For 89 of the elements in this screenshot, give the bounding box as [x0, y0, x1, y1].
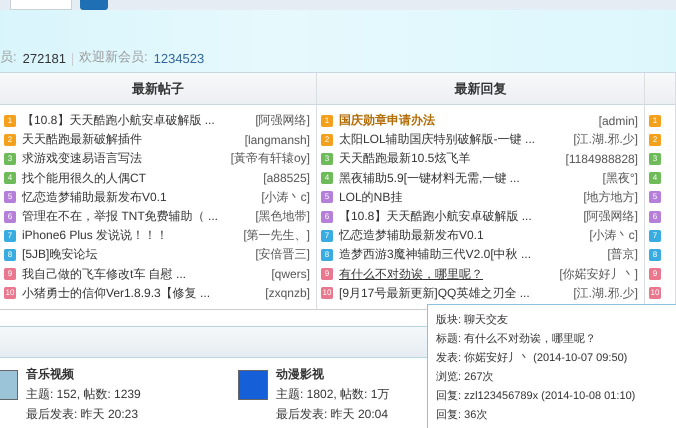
- rank-badge: 4: [4, 172, 16, 184]
- rank-badge: 2: [321, 134, 333, 146]
- forum-last-post: 最后发表: 昨天 20:04: [276, 406, 390, 423]
- rank-badge: 9: [4, 268, 16, 280]
- rank-badge: 1: [649, 114, 661, 127]
- new-member-link[interactable]: 1234523: [154, 51, 204, 66]
- post-author[interactable]: [admin]: [598, 114, 638, 128]
- rank-badge: 5: [4, 191, 16, 204]
- rank-badge: 10: [649, 287, 661, 300]
- tooltip-line: 浏览: 267次: [436, 370, 494, 385]
- rank-badge: 5: [321, 191, 333, 204]
- post-author[interactable]: [a88525]: [263, 171, 310, 186]
- post-title-link[interactable]: 我自己做的飞车修改t车 自慰 ...: [22, 266, 266, 283]
- rank-badge: 8: [649, 248, 661, 261]
- post-title-link[interactable]: iPhone6 Plus 发说说！！！: [22, 227, 238, 244]
- post-title-link[interactable]: 天天酷跑最新10.5炫飞羊: [339, 150, 560, 168]
- post-title-link[interactable]: 求游戏变速易语言写法: [22, 150, 225, 168]
- post-title-link[interactable]: [9月17号最新更新]QQ英雄之刃全 ...: [339, 284, 568, 302]
- forum-stats: 主题: 152, 帖数: 1239: [26, 386, 141, 403]
- rank-badge: 2: [649, 134, 661, 146]
- post-title-link[interactable]: 【10.8】天天酷跑小航安卓破解版 ...: [22, 112, 250, 130]
- post-author[interactable]: [小涛丶c]: [261, 188, 310, 206]
- rank-badge: 1: [4, 114, 16, 127]
- post-author[interactable]: [普京]: [607, 246, 638, 264]
- post-author[interactable]: [阿强网络]: [583, 208, 638, 226]
- column-header: 最新帖子: [0, 73, 316, 105]
- post-author[interactable]: [第一先生、]: [243, 227, 310, 244]
- post-title-link[interactable]: 管理在不在，举报 TNT免费辅助（ ...: [22, 208, 250, 226]
- post-title-link[interactable]: 小猪勇士的信仰Ver1.8.9.3【修复 ...: [22, 284, 260, 302]
- rank-badge: 3: [321, 152, 333, 165]
- forum-stats: 主题: 1802, 帖数: 1万: [276, 386, 390, 403]
- post-title-link[interactable]: [5JB]晚安论坛: [22, 246, 250, 264]
- post-author[interactable]: [阿强网络]: [255, 112, 310, 130]
- rank-badge: 3: [4, 152, 16, 165]
- post-author[interactable]: [黑色地带]: [255, 208, 310, 226]
- rank-badge: 5: [649, 191, 661, 204]
- search-button[interactable]: [80, 0, 108, 10]
- rank-badge: 6: [321, 210, 333, 223]
- rank-badge: 7: [649, 230, 661, 242]
- post-author[interactable]: [安倍晋三]: [255, 246, 310, 264]
- post-author[interactable]: [黑夜°]: [602, 170, 638, 187]
- members-count: 272181: [22, 51, 66, 66]
- post-title-link[interactable]: 国庆勋章申请办法: [339, 112, 593, 130]
- rank-badge: 7: [4, 230, 16, 242]
- forum-name[interactable]: 音乐视频: [26, 366, 141, 383]
- post-author[interactable]: [黃帝有轩辕oy]: [230, 150, 310, 168]
- new-member-label: 欢迎新会员:: [79, 48, 148, 66]
- forum-name[interactable]: 动漫影视: [276, 366, 390, 383]
- post-title-link[interactable]: 【10.8】天天酷跑小航安卓破解版 ...: [339, 208, 578, 226]
- post-title-link[interactable]: 黑夜辅助5.9[一键材料无需,一键 ...: [339, 170, 597, 187]
- tooltip-line: 回复: 36次: [436, 408, 488, 423]
- rank-badge: 9: [649, 268, 661, 280]
- rank-badge: 4: [649, 172, 661, 184]
- post-author[interactable]: [qwers]: [271, 267, 310, 282]
- post-title-link[interactable]: 找个能用很久的人偶CT: [22, 170, 258, 187]
- post-author[interactable]: [小涛丶c]: [589, 227, 638, 244]
- forum-last-post: 最后发表: 昨天 20:23: [26, 406, 140, 423]
- post-author[interactable]: [你婼安好丿丶]: [559, 266, 638, 283]
- post-author[interactable]: [zxqnzb]: [265, 286, 310, 300]
- post-title-link[interactable]: 天天酷跑最新破解插件: [22, 131, 239, 148]
- rank-badge: 8: [321, 248, 333, 261]
- rank-badge: 9: [321, 268, 333, 280]
- members-label: 员:: [0, 48, 17, 66]
- post-author[interactable]: [langmansh]: [244, 132, 310, 147]
- rank-badge: 10: [4, 287, 16, 300]
- rank-badge: 6: [4, 210, 16, 223]
- rank-badge: 1: [321, 114, 333, 127]
- tooltip-line: 回复: zzl123456789x (2014-10-08 01:10): [436, 389, 636, 404]
- post-title-link[interactable]: 有什么不对劲诶，哪里呢？: [339, 266, 554, 283]
- tooltip-line: 版块: 聊天交友: [436, 312, 510, 328]
- rank-badge: 10: [321, 287, 333, 300]
- rank-badge: 3: [649, 152, 661, 165]
- post-author[interactable]: [江.湖.邪.少]: [573, 131, 638, 148]
- post-author[interactable]: [1184988828]: [565, 152, 638, 166]
- post-title-link[interactable]: 造梦西游3魔神辅助三代V2.0[中秋 ...: [339, 246, 602, 264]
- tooltip-line: 发表: 你婼安好丿丶 (2014-10-07 09:50): [436, 350, 628, 366]
- post-title-link[interactable]: 忆恋造梦辅助最新发布V0.1: [339, 227, 584, 244]
- rank-badge: 4: [321, 172, 333, 184]
- post-author[interactable]: [江.湖.邪.少]: [573, 284, 638, 302]
- rank-badge: 7: [321, 230, 333, 242]
- tooltip-line: 标题: 有什么不对劲诶，哪里呢？: [436, 332, 598, 347]
- post-title-link[interactable]: 忆恋造梦辅助最新发布V0.1: [22, 188, 256, 206]
- post-title-link[interactable]: LOL的NB挂: [339, 188, 578, 206]
- post-author[interactable]: [地方地方]: [583, 188, 638, 206]
- rank-badge: 2: [4, 134, 16, 146]
- rank-badge: 6: [649, 210, 661, 223]
- post-title-link[interactable]: 太阳LOL辅助国庆特别破解版-一键 ...: [339, 131, 568, 148]
- column-header: 最新回复: [317, 73, 644, 105]
- rank-badge: 8: [4, 248, 16, 261]
